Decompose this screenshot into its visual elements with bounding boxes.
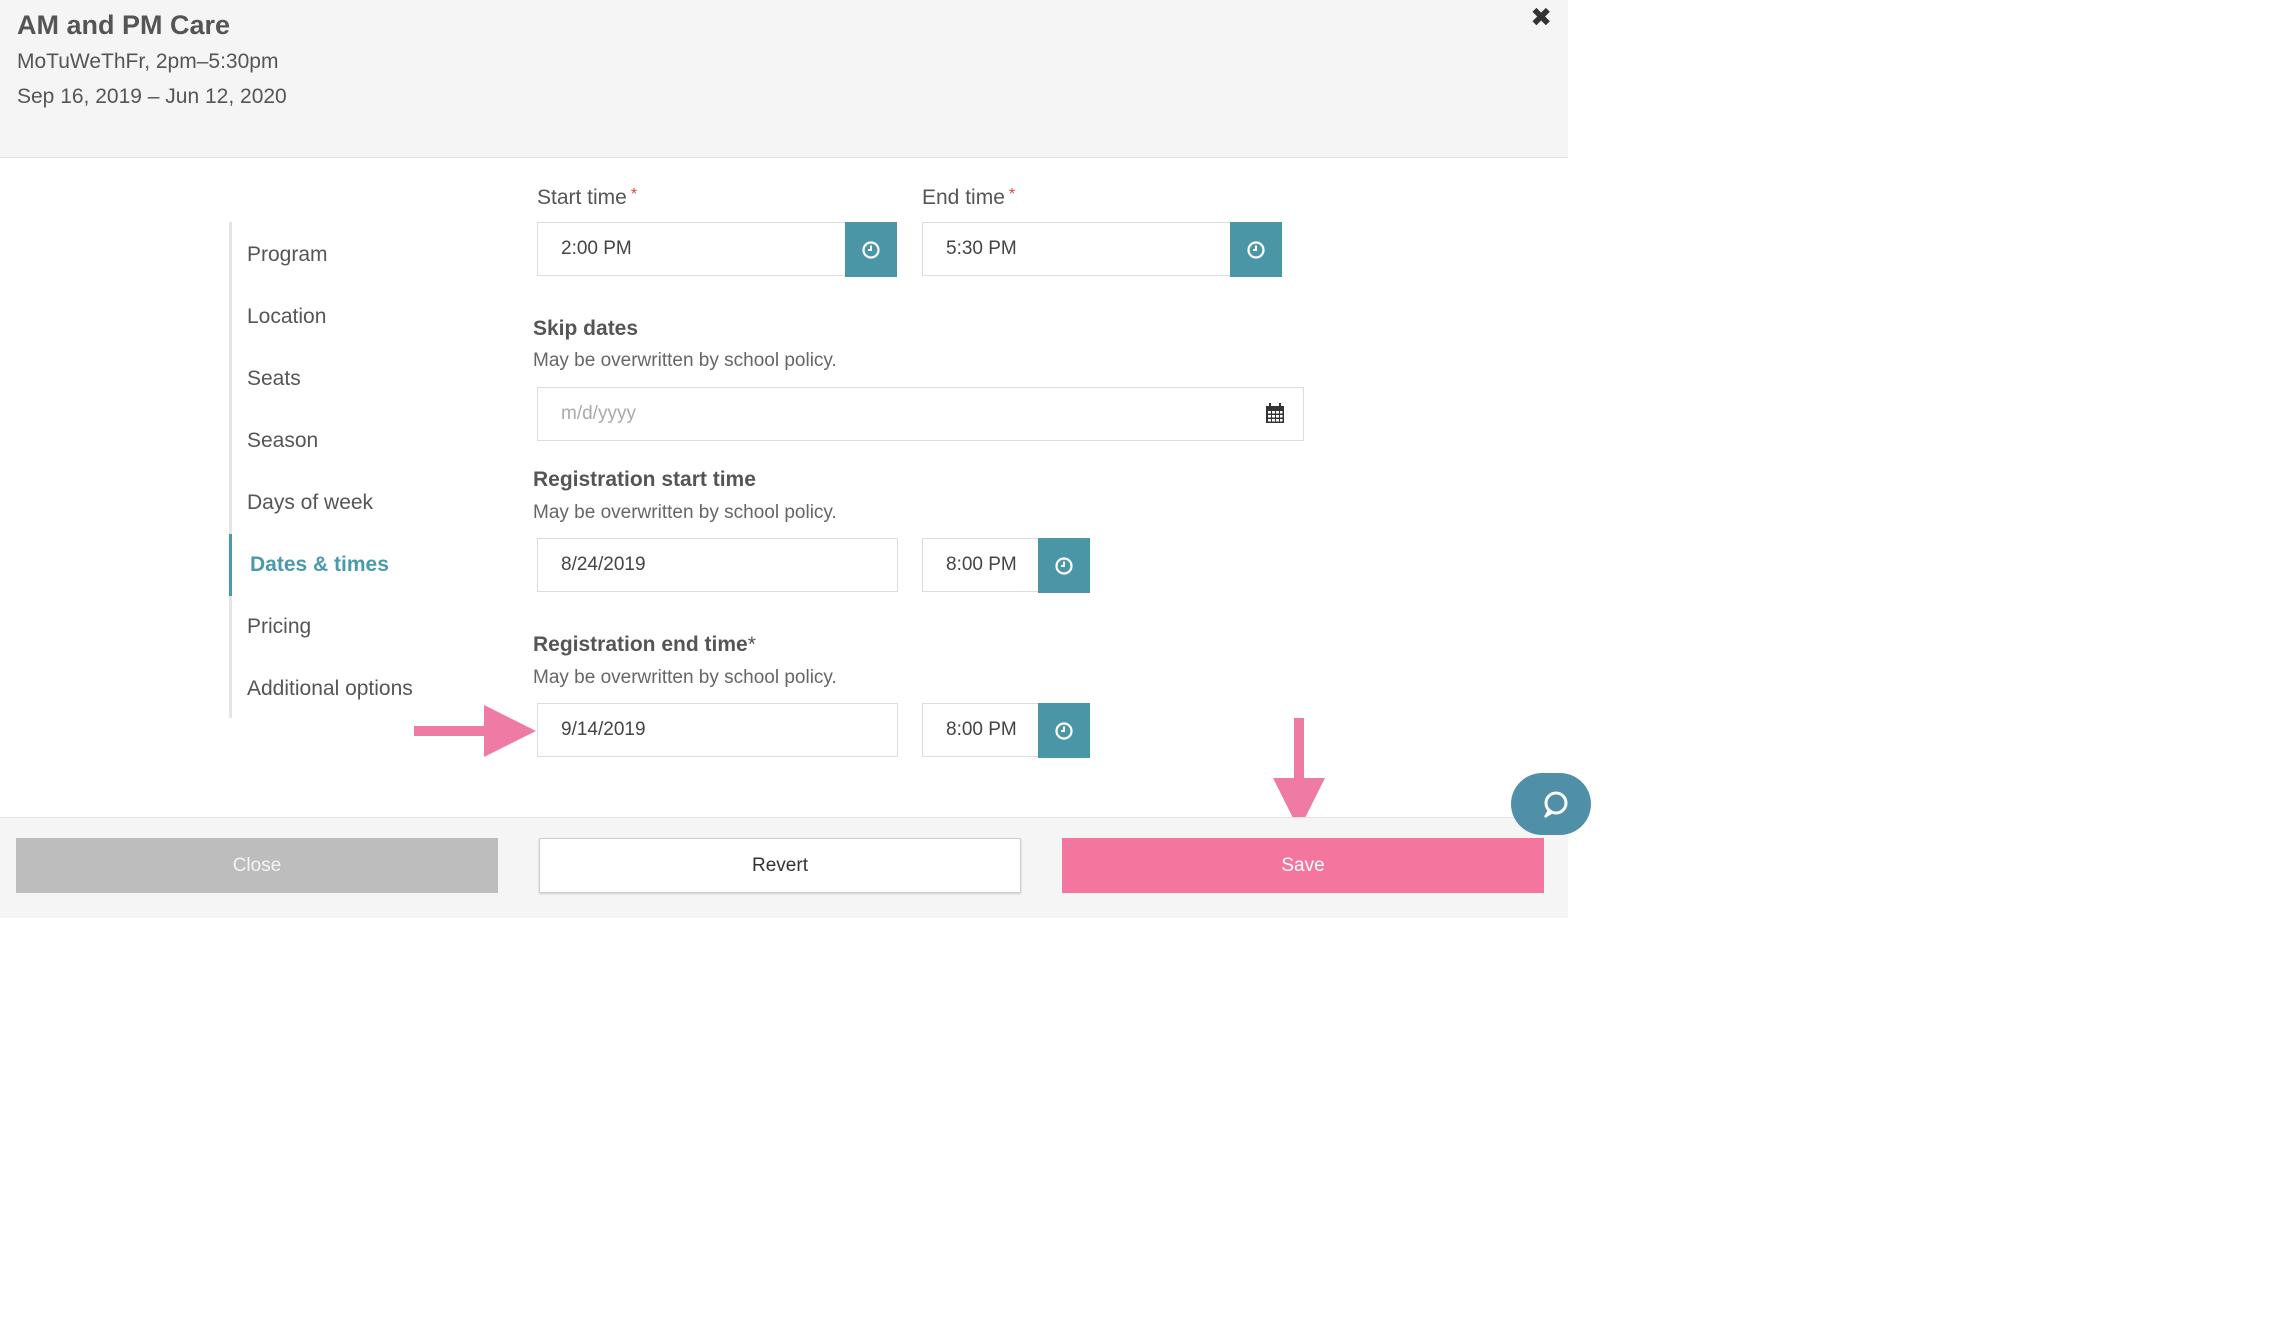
chat-launcher[interactable] <box>1511 773 1591 835</box>
registration-end-hint: May be overwritten by school policy. <box>533 667 837 688</box>
sidebar-item-location[interactable]: Location <box>232 286 472 348</box>
clock-icon <box>1055 556 1073 575</box>
registration-end-title-text: Registration end time <box>533 633 748 656</box>
required-marker: * <box>630 186 638 203</box>
start-time-clock-button[interactable] <box>845 222 897 277</box>
registration-start-clock-button[interactable] <box>1038 538 1090 593</box>
end-time-input[interactable]: 5:30 PM <box>922 222 1231 276</box>
registration-end-title: Registration end time* <box>533 633 756 657</box>
sidebar-item-days-of-week[interactable]: Days of week <box>232 472 472 534</box>
annotation-arrow-down-icon <box>1273 718 1325 830</box>
start-time-label-text: Start time <box>537 186 627 209</box>
registration-start-title: Registration start time <box>533 468 756 491</box>
end-time-clock-button[interactable] <box>1230 222 1282 277</box>
start-time-label: Start time * <box>537 186 637 210</box>
page-title: AM and PM Care <box>17 10 231 40</box>
start-time-input[interactable]: 2:00 PM <box>537 222 846 276</box>
clock-icon <box>1055 721 1073 740</box>
registration-end-clock-button[interactable] <box>1038 703 1090 758</box>
sidebar-item-seats[interactable]: Seats <box>232 348 472 410</box>
required-marker: * <box>747 633 756 656</box>
save-button[interactable]: Save <box>1062 838 1544 893</box>
end-time-label: End time * <box>922 186 1015 210</box>
required-marker: * <box>1008 186 1016 203</box>
dialog-header: AM and PM Care MoTuWeThFr, 2pm–5:30pm Se… <box>0 0 1568 158</box>
clock-icon <box>1247 240 1265 259</box>
close-icon[interactable]: ✖ <box>1530 2 1552 33</box>
sidebar-nav: Program Location Seats Season Days of we… <box>229 222 472 718</box>
schedule-summary: MoTuWeThFr, 2pm–5:30pm <box>17 50 279 73</box>
date-range-summary: Sep 16, 2019 – Jun 12, 2020 <box>17 85 287 108</box>
skip-dates-input[interactable]: m/d/yyyy <box>537 387 1304 441</box>
sidebar-item-dates-times[interactable]: Dates & times <box>229 534 469 596</box>
sidebar-item-program[interactable]: Program <box>232 224 472 286</box>
registration-end-time-input[interactable]: 8:00 PM <box>922 703 1039 757</box>
skip-dates-title: Skip dates <box>533 317 639 340</box>
clock-icon <box>862 240 880 259</box>
sidebar-item-season[interactable]: Season <box>232 410 472 472</box>
annotation-arrow-right-icon <box>414 705 536 757</box>
end-time-label-text: End time <box>922 186 1005 209</box>
calendar-icon[interactable] <box>1265 403 1285 424</box>
sidebar-item-pricing[interactable]: Pricing <box>232 596 472 658</box>
chat-bubble-icon <box>1544 791 1568 818</box>
skip-dates-hint: May be overwritten by school policy. <box>533 350 837 371</box>
close-button[interactable]: Close <box>16 838 498 893</box>
registration-start-date-input[interactable]: 8/24/2019 <box>537 538 898 592</box>
revert-button[interactable]: Revert <box>539 838 1021 893</box>
registration-start-hint: May be overwritten by school policy. <box>533 502 837 523</box>
registration-start-time-input[interactable]: 8:00 PM <box>922 538 1039 592</box>
registration-end-date-input[interactable]: 9/14/2019 <box>537 703 898 757</box>
